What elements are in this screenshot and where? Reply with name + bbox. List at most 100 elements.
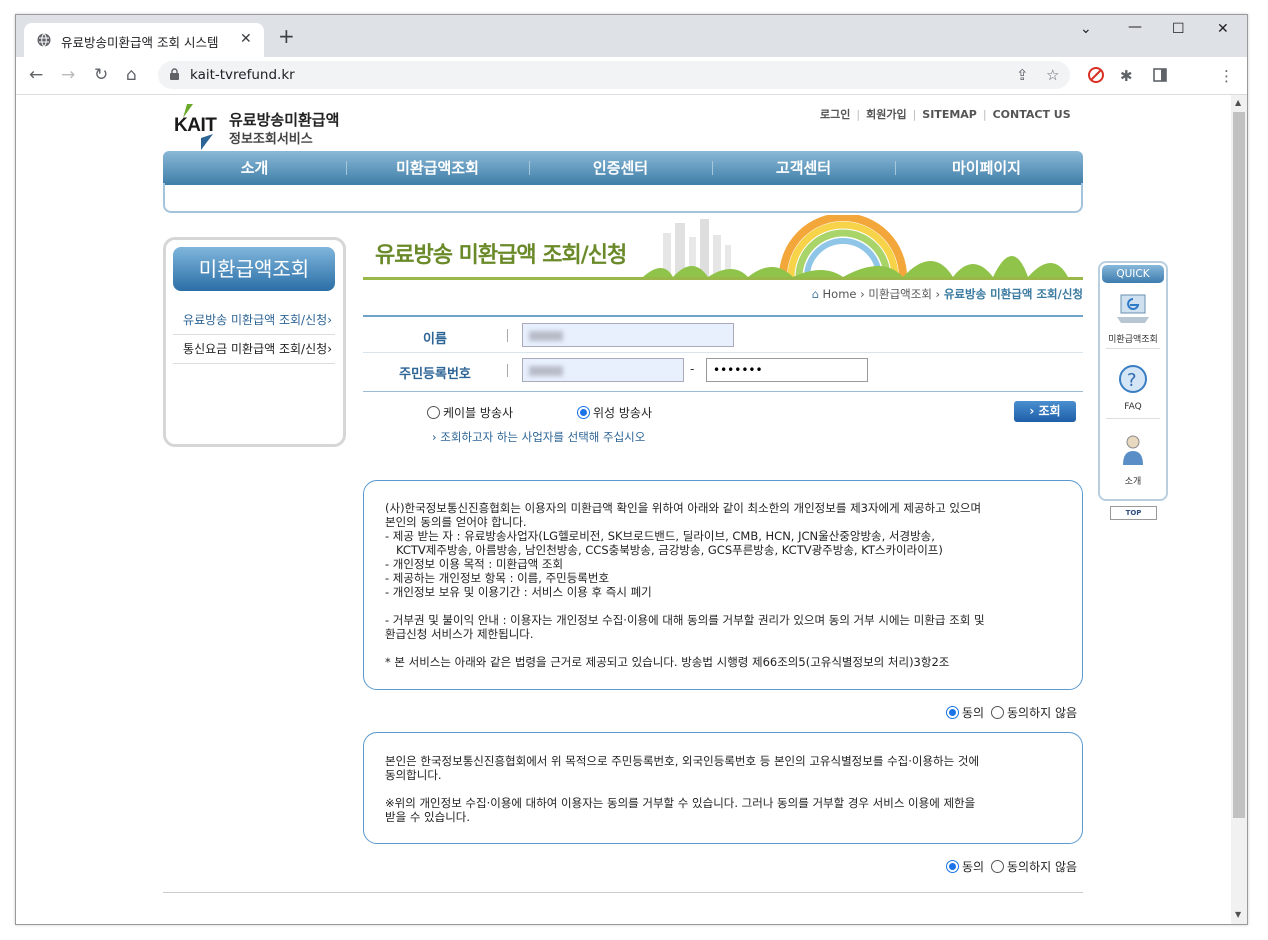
quick-menu: QUICK 미환급액조회 ? FAQ 소개 [1098, 261, 1168, 501]
browser-toolbar: ← → ↻ ⌂ kait-tvrefund.kr ⇪ ☆ ✱ ⋮ [16, 57, 1247, 95]
page-scrollbar[interactable]: ▲ ▼ [1231, 95, 1247, 924]
join-link[interactable]: 회원가입 [866, 108, 906, 121]
utility-links: 로그인 | 회원가입 | SITEMAP | CONTACT US [820, 108, 1071, 121]
provider-hint: › 조회하고자 하는 사업자를 선택해 주십시오 [432, 430, 646, 444]
menu-dots-icon[interactable]: ⋮ [1219, 67, 1234, 85]
logo-line2: 정보조회서비스 [229, 132, 313, 147]
search-button-label: 조회 [1038, 404, 1061, 418]
quick-intro[interactable]: 소개 [1104, 431, 1162, 487]
consent2-agree-radio[interactable] [946, 860, 959, 873]
nav-mypage[interactable]: 마이페이지 [895, 151, 1078, 185]
maximize-button[interactable]: ☐ [1172, 21, 1185, 37]
url-text: kait-tvrefund.kr [190, 67, 295, 83]
lnb-item-label: 통신요금 미환급액 조회/신청 [183, 342, 328, 356]
scroll-thumb[interactable] [1233, 112, 1245, 818]
nav-intro[interactable]: 소개 [163, 151, 346, 185]
top-button[interactable]: TOP [1110, 506, 1157, 520]
home-icon[interactable]: ⌂ [126, 65, 137, 85]
lnb-item-telecom-refund[interactable]: 통신요금 미환급액 조회/신청› [173, 335, 335, 364]
consent1-agree-radio[interactable] [946, 706, 959, 719]
tab-search-icon[interactable]: ⌄ [1080, 21, 1092, 37]
quick-item-label: 미환급액조회 [1108, 335, 1158, 345]
browser-tab[interactable]: 유료방송미환급액 조회 시스템 ✕ [24, 23, 264, 57]
tab-close-icon[interactable]: ✕ [240, 31, 252, 47]
address-bar[interactable]: kait-tvrefund.kr ⇪ ☆ [158, 61, 1070, 89]
lnb-item-paytv-refund[interactable]: 유료방송 미환급액 조회/신청› [173, 306, 335, 335]
forward-icon[interactable]: → [61, 65, 75, 85]
rrn-back-input[interactable]: ••••••• [706, 358, 868, 382]
logo-abbr: KAIT [174, 115, 217, 136]
tab-title: 유료방송미환급액 조회 시스템 [61, 35, 219, 50]
breadcrumb: ⌂ Home › 미환급액조회 › 유료방송 미환급액 조회/신청 [811, 287, 1083, 301]
page-viewport: KAIT 유료방송미환급액 정보조회서비스 로그인 | 회원가입 | SITEMAP | C… [16, 95, 1231, 924]
quick-refund-lookup[interactable]: 미환급액조회 [1104, 289, 1162, 345]
side-panel-icon[interactable] [1153, 68, 1167, 82]
consent1-disagree-label[interactable]: 동의하지 않음 [1007, 704, 1077, 721]
name-input[interactable] [522, 323, 734, 347]
minimize-button[interactable]: — [1128, 19, 1142, 35]
breadcrumb-home[interactable]: Home [823, 287, 857, 301]
lnb-item-label: 유료방송 미환급액 조회/신청 [183, 313, 328, 327]
bookmark-star-icon[interactable]: ☆ [1046, 66, 1059, 84]
consent2-agree-label[interactable]: 동의 [962, 858, 984, 875]
tab-bar: 유료방송미환급액 조회 시스템 ✕ + ⌄ — ☐ ✕ [16, 15, 1247, 57]
quick-item-label: FAQ [1124, 402, 1142, 412]
consent1-text: (사)한국정보통신진흥협회는 이용자의 미환급액 확인을 위하여 아래와 같이 … [385, 501, 985, 669]
browser-window: 유료방송미환급액 조회 시스템 ✕ + ⌄ — ☐ ✕ ← → ↻ ⌂ kait… [15, 14, 1248, 925]
reload-icon[interactable]: ↻ [94, 65, 108, 85]
consent2-disagree-radio[interactable] [991, 860, 1004, 873]
breadcrumb-current: 유료방송 미환급액 조회/신청 [943, 287, 1083, 301]
rrn-label: 주민등록번호 [399, 367, 471, 382]
rrn-dash: - [690, 362, 695, 376]
cable-radio[interactable] [427, 406, 440, 419]
page-banner: 유료방송 미환급액 조회/신청 [363, 215, 1083, 281]
lookup-form: 이름 주민등록번호 - ••••••• [363, 315, 1083, 392]
banner-title: 유료방송 미환급액 조회/신청 [375, 243, 627, 268]
nav-refund-lookup[interactable]: 미환급액조회 [346, 151, 529, 185]
consent2-text: 본인은 한국정보통신진흥협회에서 위 목적으로 주민등록번호, 외국인등록번호 … [385, 754, 980, 824]
extensions-icon[interactable]: ✱ [1120, 67, 1133, 85]
close-window-button[interactable]: ✕ [1217, 21, 1229, 37]
person-icon [1123, 435, 1143, 465]
login-link[interactable]: 로그인 [820, 108, 850, 121]
new-tab-button[interactable]: + [278, 26, 295, 46]
share-icon[interactable]: ⇪ [1016, 66, 1029, 84]
masked-name [529, 330, 563, 341]
satellite-label[interactable]: 위성 방송사 [593, 404, 652, 421]
sub-navigation-area [163, 183, 1083, 213]
consent1-disagree-radio[interactable] [991, 706, 1004, 719]
search-button[interactable]: › 조회 [1014, 401, 1076, 422]
nav-auth-center[interactable]: 인증센터 [529, 151, 712, 185]
quick-faq[interactable]: ? FAQ [1104, 359, 1162, 412]
name-label: 이름 [423, 332, 447, 347]
lnb-title: 미환급액조회 [173, 247, 335, 291]
lock-icon [170, 68, 179, 80]
contact-link[interactable]: CONTACT US [993, 108, 1071, 121]
scroll-up-icon[interactable]: ▲ [1235, 98, 1241, 107]
back-icon[interactable]: ← [29, 65, 43, 85]
main-navigation: 소개 미환급액조회 인증센터 고객센터 마이페이지 [163, 151, 1083, 185]
logo-line1: 유료방송미환급액 [229, 111, 340, 129]
quick-item-label: 소개 [1124, 477, 1142, 487]
faq-icon: ? [1119, 365, 1147, 393]
provider-hint-text: 조회하고자 하는 사업자를 선택해 주십시오 [440, 430, 646, 444]
breadcrumb-level1[interactable]: 미환급액조회 [868, 287, 931, 301]
nav-customer-center[interactable]: 고객센터 [712, 151, 895, 185]
home-small-icon: ⌂ [811, 287, 819, 301]
footer-divider [163, 892, 1083, 893]
adblock-icon[interactable] [1088, 67, 1104, 83]
rrn-front-input[interactable] [522, 358, 684, 382]
masked-rrn-front [529, 365, 563, 376]
quick-title: QUICK [1102, 265, 1164, 283]
scroll-down-icon[interactable]: ▼ [1235, 910, 1241, 919]
laptop-icon [1117, 294, 1149, 323]
consent1-agree-label[interactable]: 동의 [962, 704, 984, 721]
satellite-radio[interactable] [577, 406, 590, 419]
svg-text:?: ? [1127, 370, 1137, 391]
cable-label[interactable]: 케이블 방송사 [443, 404, 513, 421]
consent2-disagree-label[interactable]: 동의하지 않음 [1007, 858, 1077, 875]
globe-icon [37, 33, 51, 47]
sitemap-link[interactable]: SITEMAP [922, 108, 977, 121]
consent-box-2: 본인은 한국정보통신진흥협회에서 위 목적으로 주민등록번호, 외국인등록번호 … [363, 732, 1083, 844]
site-logo[interactable]: KAIT 유료방송미환급액 정보조회서비스 [173, 100, 353, 150]
